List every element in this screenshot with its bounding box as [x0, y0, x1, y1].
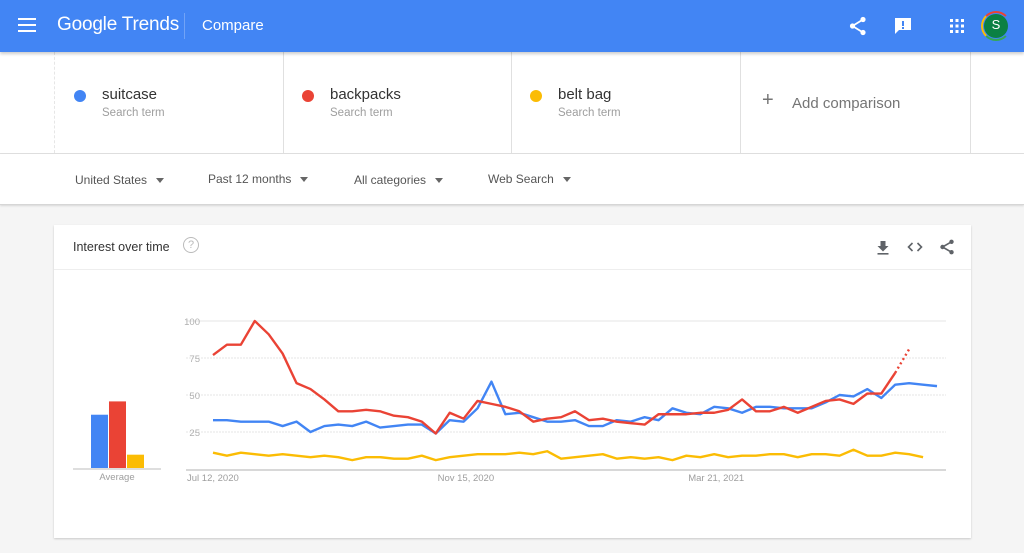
y-tick-label: 50	[189, 391, 200, 402]
average-label: Average	[99, 472, 134, 483]
dropdown-arrow-icon	[435, 178, 444, 184]
x-tick-label: Jul 12, 2020	[187, 473, 239, 484]
interest-chart: 25 50 75 100 Jul 12, 2020 Nov 15, 2020 Mar 21,…	[73, 317, 946, 484]
x-tick-label: Mar 21, 2021	[688, 473, 744, 484]
avatar-letter: S	[984, 14, 1008, 38]
term-card-suitcase[interactable]: suitcase Search term	[54, 52, 284, 153]
series-line-belt-bag	[212, 448, 924, 462]
share-icon[interactable]	[846, 14, 870, 38]
term-name[interactable]: suitcase	[102, 86, 157, 103]
page-title: Compare	[202, 17, 264, 34]
term-type: Search term	[102, 107, 165, 119]
category-dropdown[interactable]: All categories	[354, 173, 444, 187]
term-color-dot	[530, 90, 542, 102]
add-comparison-label: Add comparison	[792, 95, 901, 112]
interest-over-time-card: Interest over time ? 25 50 75 100 Jul 12, 20…	[54, 225, 971, 538]
filter-bar: United States Past 12 months All categor…	[0, 154, 1024, 205]
header-divider	[184, 13, 185, 39]
download-csv-icon[interactable]	[874, 238, 892, 256]
card-header: Interest over time ?	[54, 225, 971, 270]
dropdown-arrow-icon	[300, 177, 309, 183]
average-bar-backpacks	[109, 401, 126, 468]
region-dropdown[interactable]: United States	[75, 173, 165, 187]
term-type: Search term	[558, 107, 621, 119]
apps-grid-icon[interactable]	[945, 14, 969, 38]
time-range-dropdown[interactable]: Past 12 months	[208, 172, 309, 186]
series-line-backpacks	[212, 319, 897, 435]
comparison-terms: suitcase Search term backpacks Search te…	[0, 52, 1024, 154]
term-card-belt-bag[interactable]: belt bag Search term	[511, 52, 741, 153]
y-tick-label: 25	[189, 428, 200, 439]
category-value: All categories	[354, 173, 427, 187]
embed-code-icon[interactable]	[906, 238, 924, 256]
term-name[interactable]: backpacks	[330, 86, 401, 103]
help-icon[interactable]: ?	[183, 237, 199, 253]
x-tick-label: Nov 15, 2020	[438, 473, 495, 484]
time-range-value: Past 12 months	[208, 172, 292, 186]
term-color-dot	[302, 90, 314, 102]
card-title: Interest over time	[73, 240, 170, 254]
search-property-dropdown[interactable]: Web Search	[488, 172, 571, 186]
google-trends-logo[interactable]: Google Trends	[57, 14, 179, 36]
term-card-backpacks[interactable]: backpacks Search term	[283, 52, 512, 153]
region-value: United States	[75, 173, 148, 187]
plus-icon: +	[762, 89, 774, 111]
share-chart-icon[interactable]	[938, 238, 956, 256]
average-bar-belt-bag	[127, 454, 144, 468]
search-property-value: Web Search	[488, 172, 554, 186]
term-name[interactable]: belt bag	[558, 86, 611, 103]
menu-icon[interactable]	[18, 18, 36, 32]
y-tick-label: 75	[189, 354, 200, 365]
account-avatar[interactable]: S	[981, 11, 1011, 41]
dropdown-arrow-icon	[562, 177, 571, 183]
feedback-icon[interactable]	[891, 14, 915, 38]
series-line-suitcase	[213, 380, 938, 435]
add-comparison-button[interactable]: + Add comparison	[740, 52, 971, 153]
term-type: Search term	[330, 107, 393, 119]
partial-data-segment	[894, 348, 911, 374]
term-color-dot	[74, 90, 86, 102]
dropdown-arrow-icon	[156, 178, 165, 184]
average-bar-suitcase	[91, 414, 108, 468]
top-app-bar: Google Trends Compare S	[0, 0, 1024, 52]
y-tick-label: 100	[184, 317, 200, 328]
